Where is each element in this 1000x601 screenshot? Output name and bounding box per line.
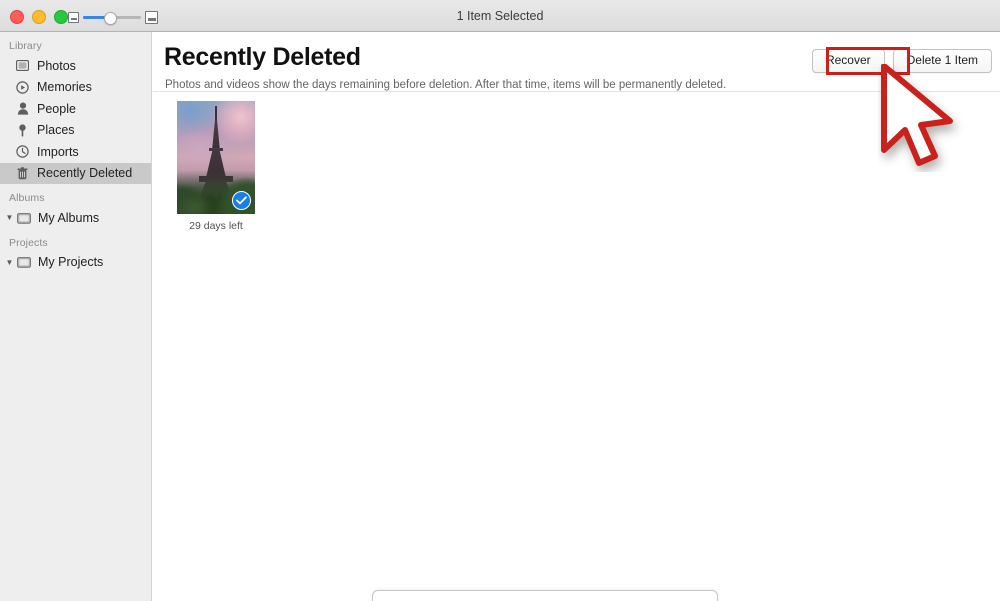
sidebar-item-people[interactable]: People — [0, 98, 151, 120]
sidebar-section-projects: Projects — [9, 236, 48, 249]
memories-icon — [14, 81, 31, 94]
main-content: Recently Deleted Photos and videos show … — [153, 32, 1000, 601]
sidebar-item-my-projects[interactable]: ▼ My Projects — [0, 252, 151, 274]
photo-caption: 29 days left — [189, 220, 243, 232]
window-title: 1 Item Selected — [456, 9, 544, 23]
folder-icon — [15, 256, 32, 268]
chevron-down-icon[interactable]: ▼ — [4, 213, 15, 222]
photo-tile[interactable]: 29 days left — [177, 101, 255, 232]
sidebar-item-imports[interactable]: Imports — [0, 141, 151, 163]
bottom-toolbar-panel[interactable] — [372, 590, 718, 601]
sidebar-item-recently-deleted[interactable]: Recently Deleted — [0, 162, 151, 184]
sidebar-item-label: Places — [37, 123, 75, 138]
selected-check-icon[interactable] — [232, 191, 251, 210]
sidebar-item-label: Memories — [37, 80, 92, 95]
trash-icon — [14, 166, 31, 180]
sidebar-item-memories[interactable]: Memories — [0, 77, 151, 99]
sidebar-item-places[interactable]: Places — [0, 120, 151, 142]
sidebar-item-photos[interactable]: Photos — [0, 55, 151, 77]
sidebar-section-library: Library — [9, 40, 42, 52]
title-bar: 1 Item Selected — [0, 0, 1000, 32]
page-subtitle: Photos and videos show the days remainin… — [165, 79, 727, 91]
people-icon — [14, 102, 31, 115]
sidebar: Library Photos Memories People Places Im… — [0, 32, 152, 601]
folder-icon — [15, 212, 32, 224]
sidebar-item-label: Photos — [37, 58, 76, 73]
sidebar-item-label: People — [37, 101, 76, 116]
places-pin-icon — [14, 124, 31, 137]
chevron-down-icon[interactable]: ▼ — [4, 258, 15, 267]
sidebar-item-label: My Projects — [38, 255, 104, 270]
page-title: Recently Deleted — [164, 43, 361, 71]
imports-clock-icon — [14, 145, 31, 158]
photos-icon — [14, 60, 31, 72]
header-divider — [153, 91, 1000, 92]
sidebar-section-albums: Albums — [9, 192, 45, 204]
sidebar-item-label: Recently Deleted — [37, 166, 133, 181]
photo-thumbnail[interactable] — [177, 101, 255, 214]
recover-button-highlight — [826, 47, 910, 75]
sidebar-item-label: Imports — [37, 144, 79, 159]
sidebar-item-label: My Albums — [38, 210, 100, 225]
photos-app-window: 1 Item Selected Library Photos Memories … — [0, 0, 1000, 601]
sidebar-item-my-albums[interactable]: ▼ My Albums — [0, 207, 151, 229]
